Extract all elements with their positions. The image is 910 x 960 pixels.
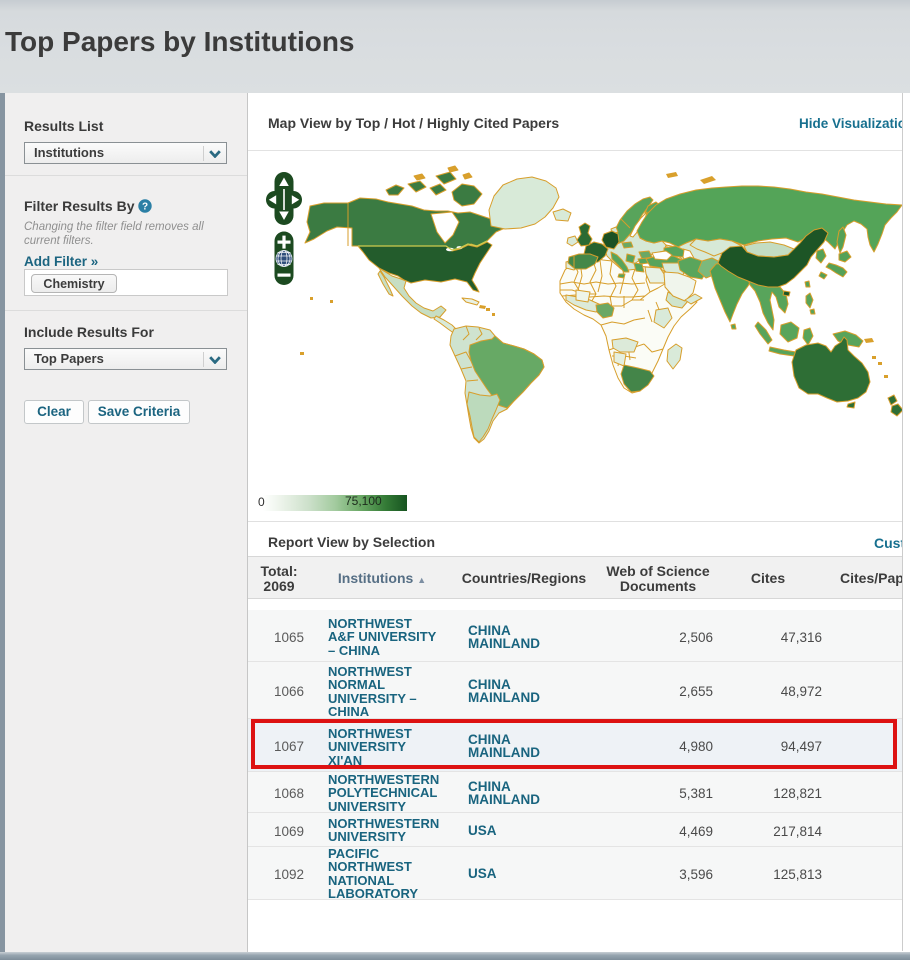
svg-text:?: ? — [142, 201, 148, 212]
